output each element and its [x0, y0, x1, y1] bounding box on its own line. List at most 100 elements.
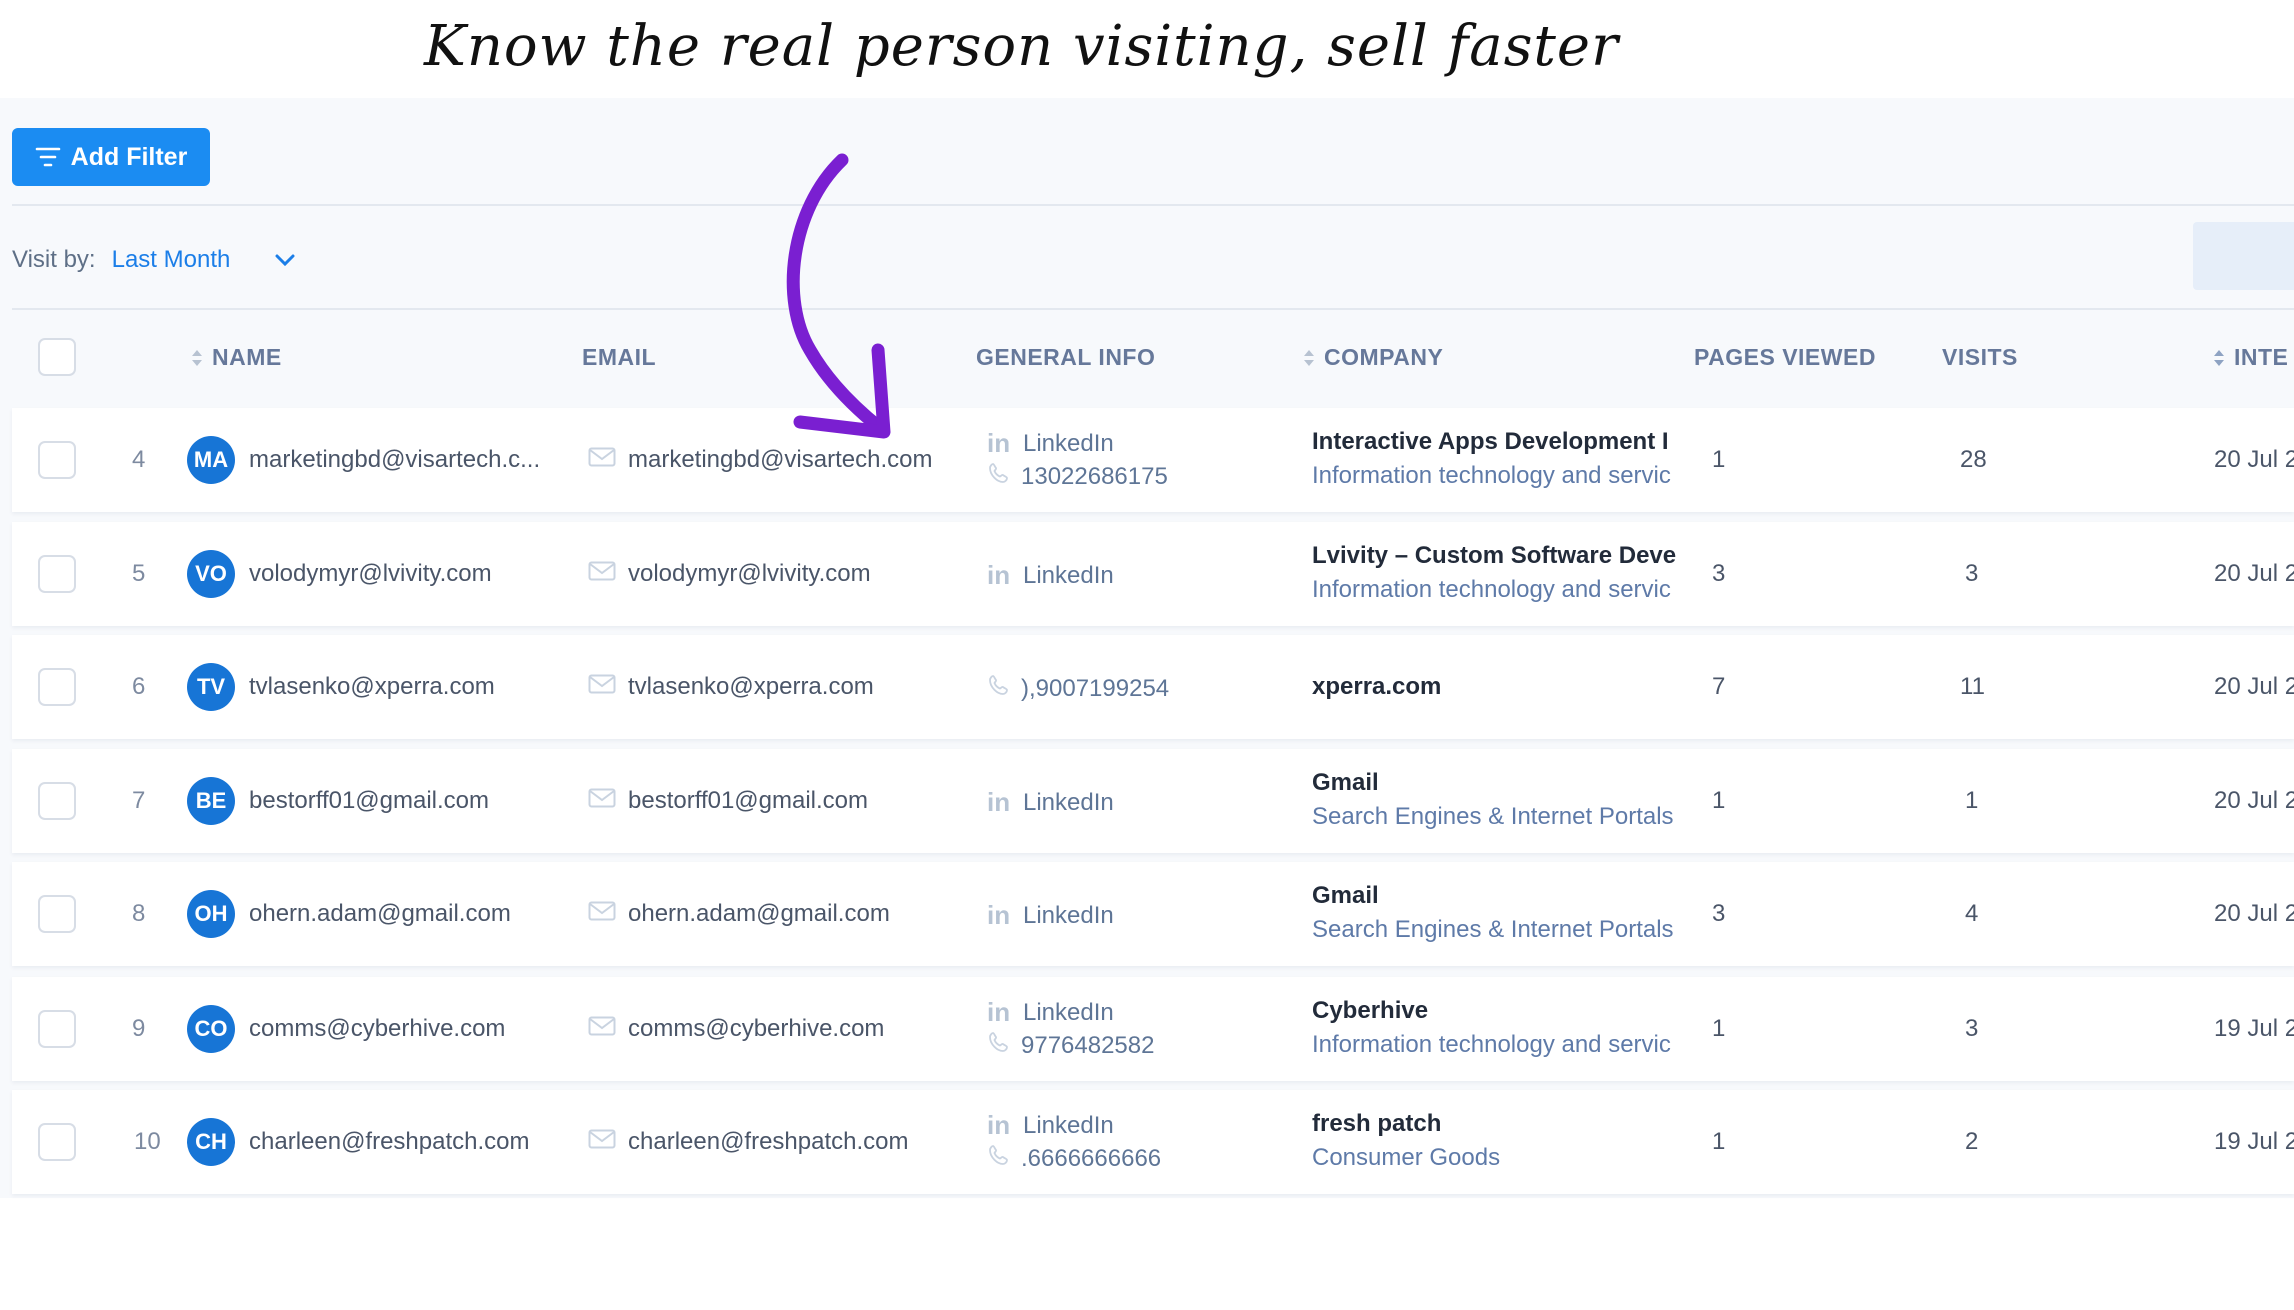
visits-count: 11 — [1960, 673, 1985, 700]
linkedin-link[interactable]: in LinkedIn — [987, 560, 1114, 591]
row-checkbox[interactable] — [38, 1010, 76, 1048]
email-text: marketingbd@visartech.com — [628, 446, 933, 473]
phone-text: 13022686175 — [1021, 462, 1168, 490]
row-checkbox[interactable] — [38, 1123, 76, 1161]
pages-viewed: 1 — [1712, 1128, 1726, 1155]
row-checkbox[interactable] — [38, 782, 76, 820]
mail-icon — [588, 1015, 616, 1043]
row-checkbox[interactable] — [38, 668, 76, 706]
company-name[interactable]: fresh patch — [1312, 1110, 1441, 1138]
row-checkbox[interactable] — [38, 555, 76, 593]
row-number: 6 — [132, 673, 146, 700]
linkedin-label: LinkedIn — [1023, 561, 1114, 589]
last-visit-date: 20 Jul 2 — [2214, 787, 2294, 814]
table-row[interactable]: 7 BE bestorff01@gmail.com bestorff01@gmail.… — [12, 749, 2294, 853]
avatar: TV — [187, 663, 235, 711]
phone-number[interactable]: ),9007199254 — [987, 673, 1169, 704]
column-header-interest[interactable]: INTE — [2212, 344, 2288, 371]
pages-viewed: 3 — [1712, 560, 1726, 587]
company-name[interactable]: Cyberhive — [1312, 997, 1428, 1025]
linkedin-link[interactable]: in LinkedIn — [987, 1110, 1114, 1141]
column-header-name-label: NAME — [212, 344, 282, 370]
visitor-email[interactable]: comms@cyberhive.com — [588, 1015, 884, 1043]
linkedin-link[interactable]: in LinkedIn — [987, 900, 1114, 931]
visitor-email[interactable]: bestorff01@gmail.com — [588, 787, 868, 815]
visitor-email[interactable]: tvlasenko@xperra.com — [588, 673, 874, 701]
visit-by-value[interactable]: Last Month — [112, 246, 231, 274]
company-name[interactable]: xperra.com — [1312, 673, 1441, 701]
visitor-name[interactable]: charleen@freshpatch.com — [249, 1128, 530, 1156]
linkedin-icon: in — [987, 900, 1011, 930]
row-checkbox[interactable] — [38, 895, 76, 933]
visit-by-filter[interactable]: Visit by: Last Month — [12, 240, 296, 280]
visitor-name[interactable]: comms@cyberhive.com — [249, 1015, 505, 1043]
select-all-checkbox[interactable] — [38, 338, 76, 376]
sort-icon — [1304, 349, 1314, 366]
linkedin-icon: in — [987, 428, 1011, 458]
visitor-name[interactable]: volodymyr@lvivity.com — [249, 560, 492, 588]
table-row[interactable]: 9 CO comms@cyberhive.com comms@cyberhive.co… — [12, 977, 2294, 1081]
linkedin-label: LinkedIn — [1023, 429, 1114, 457]
linkedin-link[interactable]: in LinkedIn — [987, 428, 1114, 459]
visitor-name[interactable]: bestorff01@gmail.com — [249, 787, 489, 815]
column-header-general-info: GENERAL INFO — [976, 344, 1155, 371]
phone-text: .6666666666 — [1021, 1144, 1162, 1172]
add-filter-button[interactable]: Add Filter — [12, 128, 210, 186]
linkedin-label: LinkedIn — [1023, 788, 1114, 816]
row-number: 8 — [132, 900, 146, 927]
visitor-name[interactable]: marketingbd@visartech.c... — [249, 446, 540, 474]
email-text: ohern.adam@gmail.com — [628, 900, 890, 927]
phone-icon — [987, 1143, 1011, 1174]
visitor-name[interactable]: tvlasenko@xperra.com — [249, 673, 495, 701]
last-visit-date: 20 Jul 2 — [2214, 673, 2294, 700]
table-row[interactable]: 5 VO volodymyr@lvivity.com volodymyr@lvivit… — [12, 522, 2294, 626]
visits-count: 3 — [1965, 560, 1979, 587]
company-name[interactable]: Lvivity – Custom Software Deve — [1312, 542, 1676, 570]
visits-count: 2 — [1965, 1128, 1979, 1155]
mail-icon — [588, 900, 616, 928]
row-number: 5 — [132, 560, 146, 587]
table-row[interactable]: 8 OH ohern.adam@gmail.com ohern.adam@gmail.… — [12, 862, 2294, 966]
last-visit-date: 20 Jul 2 — [2214, 560, 2294, 587]
phone-number[interactable]: .6666666666 — [987, 1143, 1161, 1174]
linkedin-icon: in — [987, 787, 1011, 817]
visitor-email[interactable]: ohern.adam@gmail.com — [588, 900, 890, 928]
phone-text: 9776482582 — [1021, 1031, 1155, 1059]
avatar: CH — [187, 1118, 235, 1166]
company-name[interactable]: Gmail — [1312, 769, 1379, 797]
avatar: BE — [187, 777, 235, 825]
linkedin-link[interactable]: in LinkedIn — [987, 997, 1114, 1028]
visitor-email[interactable]: marketingbd@visartech.com — [588, 446, 932, 474]
table-row[interactable]: 4 MA marketingbd@visartech.c... marketingbd… — [12, 408, 2294, 512]
column-header-general-info-label: GENERAL INFO — [976, 344, 1156, 370]
linkedin-link[interactable]: in LinkedIn — [987, 787, 1114, 818]
table-row[interactable]: 6 TV tvlasenko@xperra.com tvlasenko@xperra.… — [12, 635, 2294, 739]
pages-viewed: 1 — [1712, 1015, 1726, 1042]
visits-count: 1 — [1965, 787, 1979, 814]
row-number: 10 — [134, 1128, 161, 1155]
column-header-company[interactable]: COMPANY — [1302, 344, 1443, 371]
avatar: OH — [187, 890, 235, 938]
phone-number[interactable]: 9776482582 — [987, 1030, 1154, 1061]
visit-by-label: Visit by: — [12, 246, 96, 273]
column-header-highlight — [2193, 222, 2294, 290]
visitor-email[interactable]: volodymyr@lvivity.com — [588, 560, 871, 588]
last-visit-date: 20 Jul 2 — [2214, 446, 2294, 473]
email-text: bestorff01@gmail.com — [628, 787, 869, 814]
mail-icon — [588, 560, 616, 588]
phone-number[interactable]: 13022686175 — [987, 461, 1168, 492]
table-row[interactable]: 10 CH charleen@freshpatch.com charleen@fres… — [12, 1090, 2294, 1194]
linkedin-icon: in — [987, 997, 1011, 1027]
column-header-name[interactable]: NAME — [190, 344, 282, 371]
company-name[interactable]: Interactive Apps Development I — [1312, 428, 1669, 456]
email-text: tvlasenko@xperra.com — [628, 673, 874, 700]
visitor-email[interactable]: charleen@freshpatch.com — [588, 1128, 909, 1156]
avatar: VO — [187, 550, 235, 598]
column-header-pages-viewed: PAGES VIEWED — [1694, 344, 1876, 371]
row-checkbox[interactable] — [38, 441, 76, 479]
arrow-annotation — [786, 153, 891, 439]
last-visit-date: 20 Jul 2 — [2214, 900, 2294, 927]
chevron-down-icon[interactable] — [274, 253, 296, 267]
visitor-name[interactable]: ohern.adam@gmail.com — [249, 900, 511, 928]
company-name[interactable]: Gmail — [1312, 882, 1379, 910]
